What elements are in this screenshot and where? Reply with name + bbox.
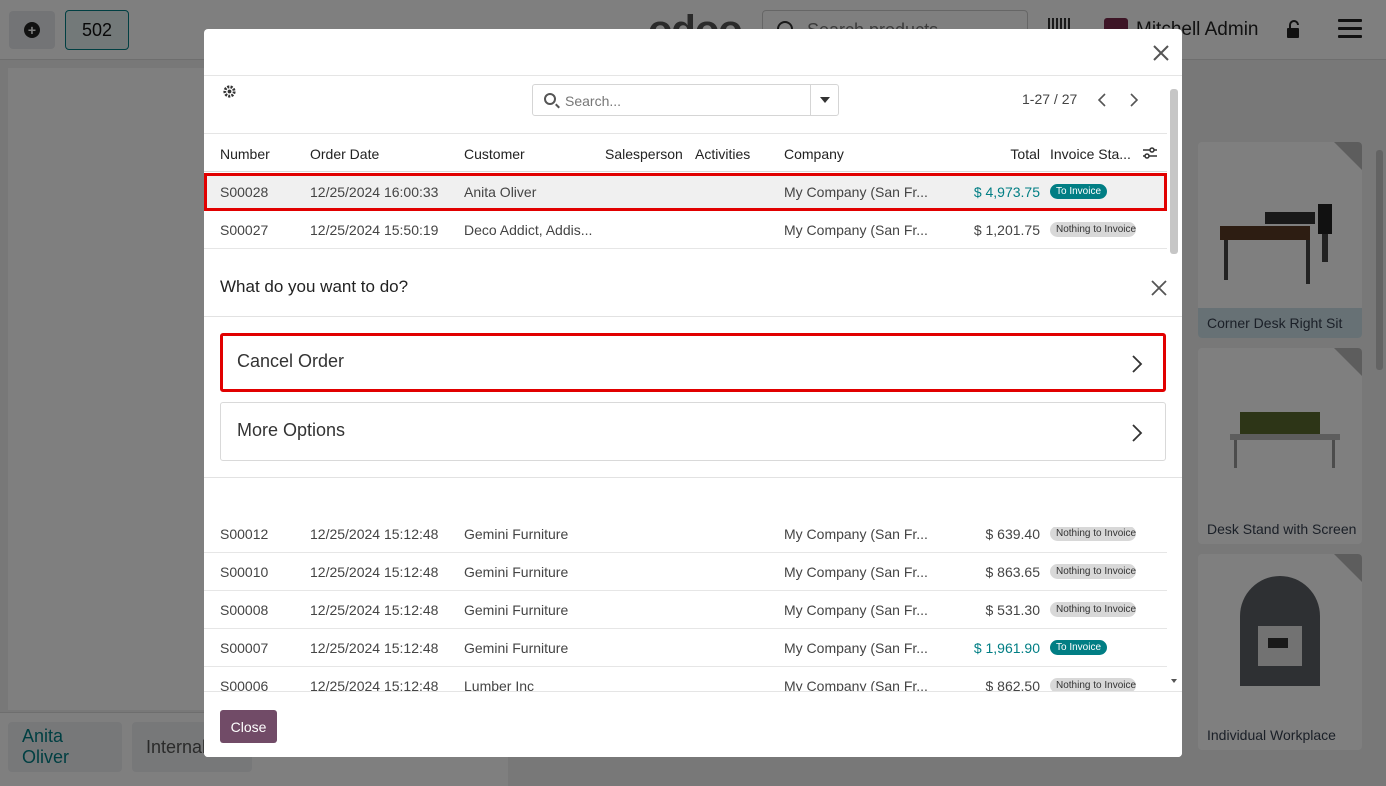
cell-total: $ 1,201.75 <box>973 222 1040 238</box>
cell-order-date: 12/25/2024 15:12:48 <box>310 526 439 542</box>
status-badge: Nothing to Invoice <box>1050 564 1136 579</box>
dialog-footer: Close <box>204 691 1182 757</box>
column-header-total[interactable]: Total <box>944 146 1040 162</box>
chevron-right-icon <box>1132 355 1143 373</box>
column-header-salesperson[interactable]: Salesperson <box>605 146 690 162</box>
cell-customer: Anita Oliver <box>464 184 537 200</box>
more-options-button[interactable]: More Options <box>220 402 1166 461</box>
column-header-invoice-status[interactable]: Invoice Sta... <box>1050 146 1136 162</box>
search-icon <box>544 93 556 105</box>
cell-order-date: 12/25/2024 15:12:48 <box>310 564 439 580</box>
chevron-right-icon <box>1130 93 1139 107</box>
cell-company: My Company (San Fr... <box>784 602 928 618</box>
cell-company: My Company (San Fr... <box>784 640 928 656</box>
cell-company: My Company (San Fr... <box>784 526 928 542</box>
column-header-order-date[interactable]: Order Date <box>310 146 460 162</box>
pager-next-button[interactable] <box>1120 85 1150 115</box>
table-row[interactable]: S00028 12/25/2024 16:00:33 Anita Oliver … <box>204 173 1167 211</box>
optional-columns-icon[interactable] <box>1142 146 1158 160</box>
status-badge: To Invoice <box>1050 640 1108 655</box>
more-options-label: More Options <box>237 420 346 440</box>
popup-title: What do you want to do? <box>220 277 409 296</box>
status-badge: Nothing to Invoice <box>1050 222 1136 237</box>
close-icon[interactable] <box>1149 41 1173 65</box>
status-badge: To Invoice <box>1050 184 1108 199</box>
cell-number: S00012 <box>220 526 269 542</box>
cell-number: S00028 <box>220 184 269 200</box>
status-badge: Nothing to Invoice <box>1050 602 1136 617</box>
cell-order-date: 12/25/2024 16:00:33 <box>310 184 439 200</box>
divider <box>204 75 1182 76</box>
table-row[interactable]: S00027 12/25/2024 15:50:19 Deco Addict, … <box>204 211 1167 249</box>
close-button[interactable]: Close <box>220 710 277 743</box>
cancel-order-label: Cancel Order <box>237 351 345 371</box>
column-header-activities[interactable]: Activities <box>695 146 775 162</box>
pager-value[interactable]: 1-27 / 27 <box>1022 91 1077 107</box>
divider <box>204 316 1182 317</box>
cell-total: $ 531.30 <box>985 602 1041 618</box>
scrollbar-thumb[interactable] <box>1170 89 1178 254</box>
cell-order-date: 12/25/2024 15:12:48 <box>310 640 439 656</box>
cell-company: My Company (San Fr... <box>784 184 928 200</box>
cell-customer: Deco Addict, Addis... <box>464 222 593 238</box>
cell-number: S00010 <box>220 564 269 580</box>
column-header-customer[interactable]: Customer <box>464 146 594 162</box>
cell-total: $ 863.65 <box>985 564 1041 580</box>
action-popup: What do you want to do? Cancel Order Mor… <box>204 259 1182 527</box>
cell-order-date: 12/25/2024 15:12:48 <box>310 602 439 618</box>
cell-order-date: 12/25/2024 15:50:19 <box>310 222 439 238</box>
cell-number: S00027 <box>220 222 269 238</box>
orders-search-input[interactable] <box>565 91 805 111</box>
column-header-number[interactable]: Number <box>220 146 305 162</box>
cancel-order-button[interactable]: Cancel Order <box>220 333 1166 392</box>
table-header: Number Order Date Customer Salesperson A… <box>204 134 1167 172</box>
cell-customer: Gemini Furniture <box>464 640 569 656</box>
cell-company: My Company (San Fr... <box>784 564 928 580</box>
orders-search[interactable] <box>532 84 839 116</box>
chevron-left-icon <box>1097 93 1106 107</box>
cell-total: $ 4,973.75 <box>973 184 1040 200</box>
cell-customer: Gemini Furniture <box>464 564 569 580</box>
column-header-company[interactable]: Company <box>784 146 929 162</box>
cell-customer: Gemini Furniture <box>464 526 569 542</box>
search-options-dropdown[interactable] <box>810 85 839 115</box>
cell-customer: Gemini Furniture <box>464 602 569 618</box>
status-badge: Nothing to Invoice <box>1050 526 1136 541</box>
scroll-down-arrow-icon[interactable] <box>1171 679 1177 683</box>
cell-company: My Company (San Fr... <box>784 222 928 238</box>
table-row[interactable]: S00010 12/25/2024 15:12:48 Gemini Furnit… <box>204 553 1167 591</box>
cell-number: S00007 <box>220 640 269 656</box>
gear-icon[interactable] <box>222 84 237 99</box>
divider <box>204 477 1182 478</box>
cell-total: $ 1,961.90 <box>973 640 1040 656</box>
close-icon[interactable] <box>1149 278 1169 298</box>
table-row[interactable]: S00007 12/25/2024 15:12:48 Gemini Furnit… <box>204 629 1167 667</box>
table-row[interactable]: S00008 12/25/2024 15:12:48 Gemini Furnit… <box>204 591 1167 629</box>
cell-total: $ 639.40 <box>985 526 1041 542</box>
chevron-right-icon <box>1132 424 1143 442</box>
cell-number: S00008 <box>220 602 269 618</box>
pager-previous-button[interactable] <box>1088 85 1118 115</box>
